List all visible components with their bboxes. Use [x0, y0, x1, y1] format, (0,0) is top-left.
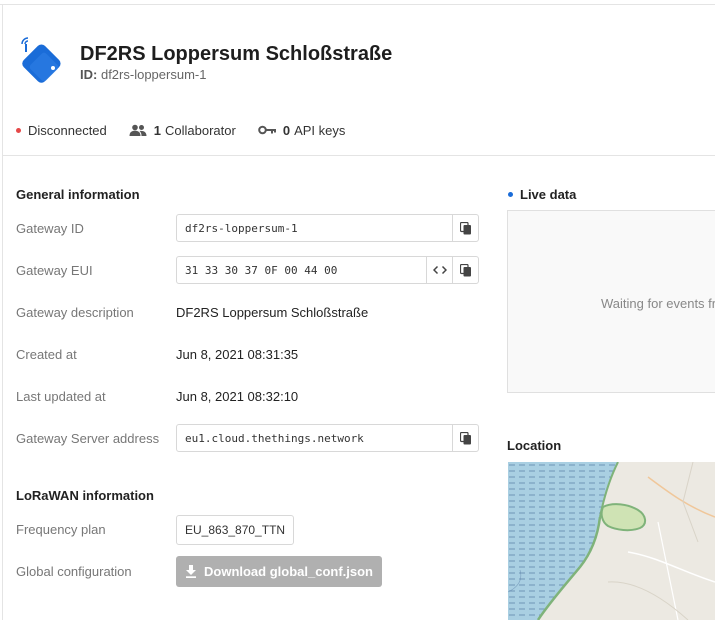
copy-server-address-button[interactable] [452, 425, 478, 451]
api-keys-label: API keys [294, 122, 346, 138]
global-configuration-label: Global configuration [16, 564, 132, 579]
general-information-title: General information [16, 187, 140, 202]
live-data-panel[interactable]: Waiting for events fr [507, 210, 715, 393]
status-row: Disconnected 1 Collaborator 0 API keys [16, 120, 367, 140]
last-updated-value: Jun 8, 2021 08:32:10 [176, 389, 299, 404]
toggle-eui-format-button[interactable] [426, 257, 452, 283]
gateway-header: DF2RS Loppersum Schloßstraße ID: df2rs-l… [3, 6, 715, 156]
gateway-eui-value: 31 33 30 37 0F 00 44 00 [185, 263, 338, 277]
key-icon [258, 125, 276, 135]
gateway-id-subtitle: ID: df2rs-loppersum-1 [80, 67, 206, 82]
gateway-server-address-field: eu1.cloud.thethings.network [176, 424, 479, 452]
last-updated-label: Last updated at [16, 389, 106, 404]
id-label: ID: [80, 67, 98, 82]
connection-status: Disconnected [16, 123, 107, 138]
collaborators-count: 1 [153, 122, 162, 138]
gateway-icon [21, 37, 61, 83]
people-icon [129, 124, 147, 136]
gateway-description-label: Gateway description [16, 305, 134, 320]
frequency-plan-label: Frequency plan [16, 522, 106, 537]
download-button-label: Download global_conf.json [204, 564, 373, 579]
download-icon [186, 565, 196, 578]
code-icon [432, 265, 447, 275]
connection-status-text: Disconnected [28, 122, 107, 138]
live-data-title: Live data [508, 187, 576, 202]
status-dot-icon [16, 127, 21, 133]
copy-icon [459, 221, 471, 234]
copy-icon [459, 431, 471, 444]
live-data-title-text: Live data [520, 187, 577, 202]
created-at-label: Created at [16, 347, 77, 362]
top-frame [0, 0, 715, 5]
gateway-id-field: df2rs-loppersum-1 [176, 214, 479, 242]
lorawan-information-title: LoRaWAN information [16, 488, 154, 503]
api-keys-count: 0 [282, 122, 291, 138]
id-value: df2rs-loppersum-1 [100, 67, 207, 82]
gateway-id-label: Gateway ID [16, 221, 84, 236]
live-dot-icon [508, 192, 513, 197]
gateway-server-address-label: Gateway Server address [16, 431, 160, 446]
api-keys-link[interactable]: 0 API keys [258, 122, 346, 138]
gateway-eui-label: Gateway EUI [16, 263, 93, 278]
created-at-value: Jun 8, 2021 08:31:35 [176, 347, 299, 362]
collaborators-link[interactable]: 1 Collaborator [129, 123, 236, 138]
copy-gateway-id-button[interactable] [452, 215, 478, 241]
gateway-id-value: df2rs-loppersum-1 [185, 221, 298, 235]
page-title: DF2RS Loppersum Schloßstraße [80, 43, 393, 65]
gateway-eui-field: 31 33 30 37 0F 00 44 00 [176, 256, 479, 284]
map-tiles [508, 462, 715, 620]
location-title: Location [507, 438, 562, 453]
copy-icon [459, 263, 471, 276]
download-global-conf-button[interactable]: Download global_conf.json [176, 556, 382, 587]
collaborators-label: Collaborator [165, 122, 236, 138]
gateway-description-value: DF2RS Loppersum Schloßstraße [176, 305, 369, 320]
copy-gateway-eui-button[interactable] [452, 257, 478, 283]
location-map[interactable] [508, 462, 715, 620]
live-data-waiting-text: Waiting for events fr [601, 296, 715, 311]
frequency-plan-value: EU_863_870_TTN [176, 515, 295, 545]
gateway-server-address-value: eu1.cloud.thethings.network [185, 431, 364, 445]
